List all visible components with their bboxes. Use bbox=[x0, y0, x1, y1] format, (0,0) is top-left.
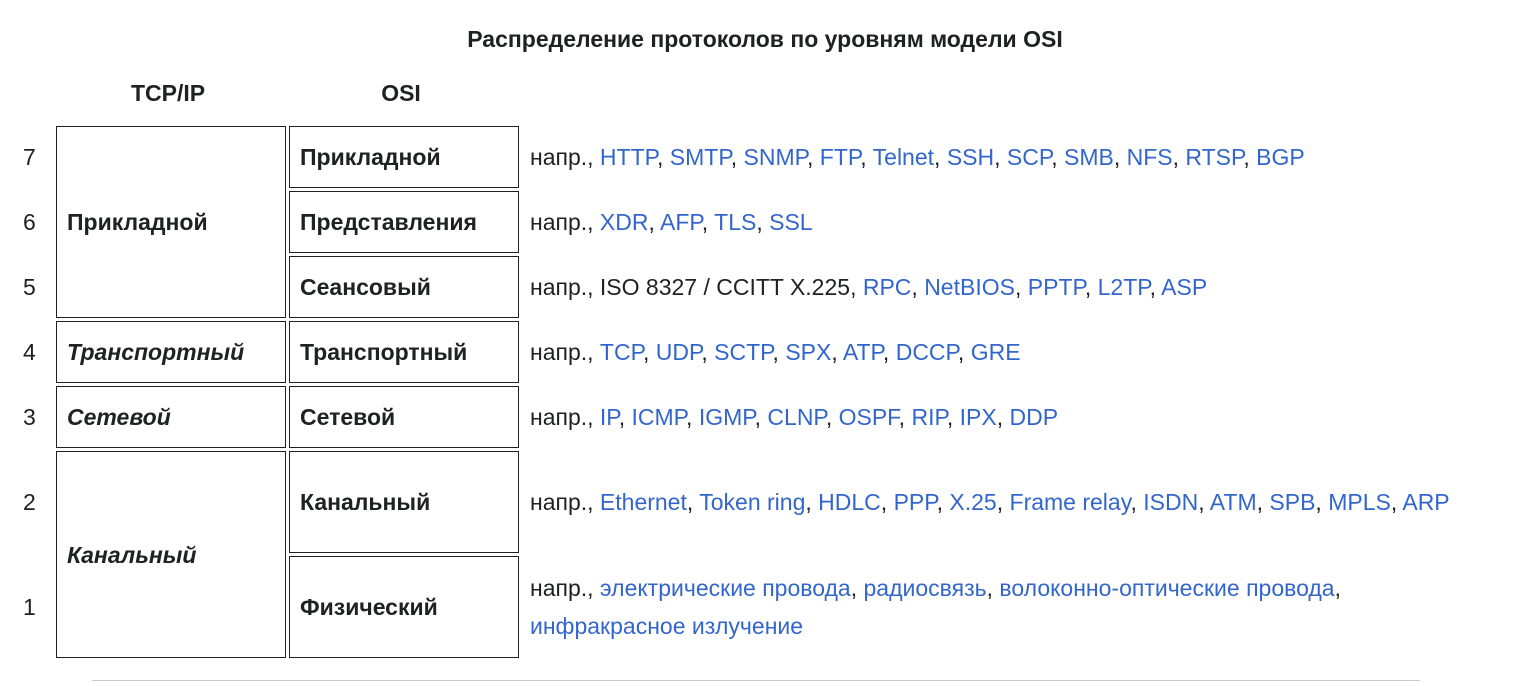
example-prefix: напр., bbox=[530, 339, 594, 365]
protocol-link[interactable]: инфракрасное излучение bbox=[530, 613, 803, 639]
protocols-cell: напр., IP, ICMP, IGMP, CLNP, OSPF, RIP, … bbox=[530, 404, 1059, 430]
protocol-link[interactable]: GRE bbox=[971, 339, 1021, 365]
protocol-link[interactable]: OSPF bbox=[839, 404, 899, 430]
table-row-3: 3 Сетевой Сетевой напр., IP, ICMP, IGMP,… bbox=[15, 386, 1500, 448]
example-prefix: напр., bbox=[530, 404, 594, 430]
layer-number: 6 bbox=[23, 209, 36, 235]
protocol-link[interactable]: ATP bbox=[843, 339, 883, 365]
protocol-link[interactable]: FTP bbox=[820, 144, 860, 170]
protocol-link[interactable]: Telnet bbox=[873, 144, 934, 170]
protocols-cell: напр., ISO 8327 / CCITT X.225, RPC, NetB… bbox=[530, 274, 1208, 300]
protocols-cell: напр., XDR, AFP, TLS, SSL bbox=[530, 209, 813, 235]
table-row-2: 2 Канальный Канальный напр., Ethernet, T… bbox=[15, 451, 1500, 658]
protocol-link[interactable]: SPB bbox=[1269, 489, 1315, 515]
tcpip-layer-network: Сетевой bbox=[56, 386, 286, 448]
layer-number: 4 bbox=[23, 339, 36, 365]
protocol-link[interactable]: ISDN bbox=[1143, 489, 1198, 515]
tcpip-layer-application: Прикладной bbox=[56, 126, 286, 318]
protocols-cell: напр., TCP, UDP, SCTP, SPX, ATP, DCCP, G… bbox=[530, 339, 1021, 365]
protocol-link[interactable]: Ethernet bbox=[600, 489, 687, 515]
protocol-link[interactable]: XDR bbox=[600, 209, 649, 235]
protocol-link[interactable]: DCCP bbox=[896, 339, 958, 365]
protocols-cell: напр., электрические провода, радиосвязь… bbox=[530, 575, 1341, 639]
protocol-link[interactable]: L2TP bbox=[1098, 274, 1150, 300]
protocol-link[interactable]: BGP bbox=[1256, 144, 1305, 170]
protocol-link[interactable]: PPTP bbox=[1028, 274, 1085, 300]
protocol-link[interactable]: волоконно-оптические провода bbox=[999, 575, 1334, 601]
table-caption: Распределение протоколов по уровням моде… bbox=[467, 26, 1063, 52]
protocol-link[interactable]: NFS bbox=[1127, 144, 1173, 170]
protocol-link[interactable]: AFP bbox=[660, 209, 702, 235]
protocol-link[interactable]: HDLC bbox=[818, 489, 881, 515]
layer-number: 2 bbox=[23, 489, 36, 515]
protocol-link[interactable]: SCP bbox=[1007, 144, 1051, 170]
protocol-link[interactable]: Frame relay bbox=[1010, 489, 1131, 515]
protocol-link[interactable]: MPLS bbox=[1328, 489, 1391, 515]
example-prefix: напр., bbox=[530, 144, 594, 170]
protocols-cell: напр., Ethernet, Token ring, HDLC, PPP, … bbox=[530, 489, 1450, 515]
example-prefix: напр., bbox=[530, 209, 594, 235]
protocol-link[interactable]: SMB bbox=[1064, 144, 1114, 170]
protocol-link[interactable]: TLS bbox=[714, 209, 756, 235]
table-row-7: 7 Прикладной Прикладной напр., HTTP, SMT… bbox=[15, 126, 1500, 318]
layer-number: 5 bbox=[23, 274, 36, 300]
protocol-link[interactable]: SMTP bbox=[670, 144, 731, 170]
protocol-link[interactable]: PPP bbox=[894, 489, 937, 515]
osi-protocol-table: 7 Прикладной Прикладной напр., HTTP, SMT… bbox=[12, 123, 1503, 661]
protocol-link[interactable]: X.25 bbox=[949, 489, 996, 515]
protocol-link[interactable]: IGMP bbox=[699, 404, 755, 430]
bottom-divider bbox=[92, 680, 1420, 681]
protocol-link[interactable]: TCP bbox=[600, 339, 643, 365]
layer-number: 7 bbox=[23, 144, 36, 170]
layer-number: 1 bbox=[23, 594, 36, 620]
protocol-link[interactable]: SPX bbox=[785, 339, 831, 365]
protocol-link[interactable]: CLNP bbox=[767, 404, 825, 430]
protocol-link[interactable]: RPC bbox=[863, 274, 912, 300]
column-header-tcpip: TCP/IP bbox=[130, 80, 206, 106]
protocol-link[interactable]: NetBIOS bbox=[924, 274, 1015, 300]
protocol-link[interactable]: электрические провода bbox=[600, 575, 851, 601]
osi-layer-datalink: Канальный bbox=[289, 451, 519, 553]
protocol-link[interactable]: RTSP bbox=[1185, 144, 1243, 170]
tcpip-layer-link: Канальный bbox=[56, 451, 286, 658]
protocol-link[interactable]: SNMP bbox=[744, 144, 808, 170]
osi-layer-application: Прикладной bbox=[289, 126, 519, 188]
protocol-link[interactable]: ATM bbox=[1210, 489, 1257, 515]
osi-layer-presentation: Представления bbox=[289, 191, 519, 253]
protocol-link[interactable]: HTTP bbox=[600, 144, 657, 170]
protocol-link[interactable]: IPX bbox=[960, 404, 997, 430]
protocol-link[interactable]: SSL bbox=[769, 209, 812, 235]
protocol-link[interactable]: ASP bbox=[1161, 274, 1207, 300]
osi-layer-network: Сетевой bbox=[289, 386, 519, 448]
protocol-link[interactable]: IP bbox=[600, 404, 619, 430]
protocol-link[interactable]: UDP bbox=[656, 339, 702, 365]
protocol-plain-text: ISO 8327 / CCITT X.225 bbox=[599, 274, 851, 300]
osi-layer-physical: Физический bbox=[289, 556, 519, 658]
protocol-link[interactable]: SSH bbox=[947, 144, 994, 170]
protocols-cell: напр., HTTP, SMTP, SNMP, FTP, Telnet, SS… bbox=[530, 144, 1305, 170]
protocol-link[interactable]: радиосвязь bbox=[864, 575, 987, 601]
column-header-osi: OSI bbox=[381, 80, 421, 106]
protocol-link[interactable]: ICMP bbox=[631, 404, 686, 430]
protocol-link[interactable]: ARP bbox=[1402, 489, 1449, 515]
layer-number: 3 bbox=[23, 404, 36, 430]
table-row-4: 4 Транспортный Транспортный напр., TCP, … bbox=[15, 321, 1500, 383]
protocol-link[interactable]: SCTP bbox=[714, 339, 772, 365]
example-prefix: напр., bbox=[530, 575, 594, 601]
example-prefix: напр., bbox=[530, 274, 594, 300]
tcpip-layer-transport: Транспортный bbox=[56, 321, 286, 383]
protocol-link[interactable]: DDP bbox=[1009, 404, 1058, 430]
protocol-link[interactable]: Token ring bbox=[699, 489, 805, 515]
protocol-link[interactable]: RIP bbox=[911, 404, 946, 430]
osi-layer-transport: Транспортный bbox=[289, 321, 519, 383]
example-prefix: напр., bbox=[530, 489, 594, 515]
osi-layer-session: Сеансовый bbox=[289, 256, 519, 318]
